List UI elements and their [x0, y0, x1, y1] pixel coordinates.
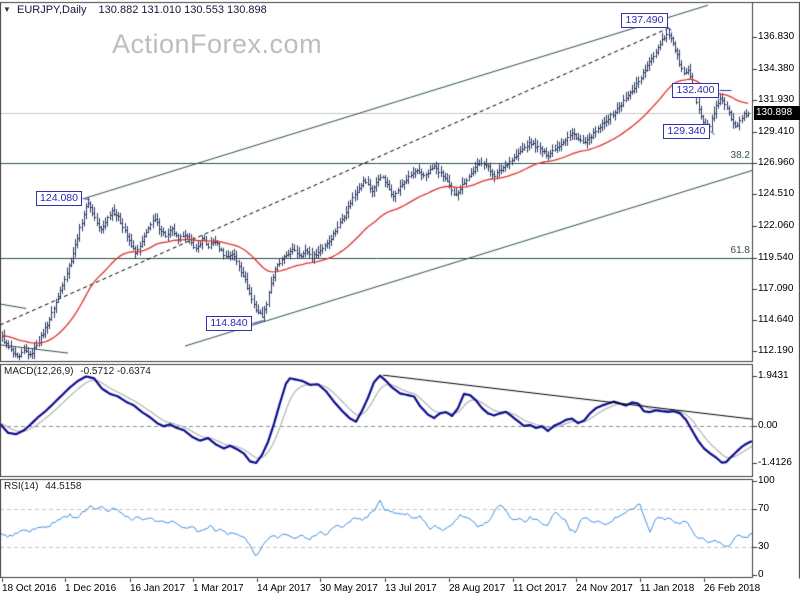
rsi-axis-label: 70 [758, 503, 770, 515]
price-axis-label: 112.190 [758, 345, 794, 357]
date-axis-label: 11 Jan 2018 [640, 583, 695, 594]
chart-window: ActionForex.com ▼ EURJPY,Daily 130.882 1… [0, 0, 800, 600]
axis-labels-layer: 136.830 134.380 131.930 129.410 126.960 124.5… [0, 0, 800, 600]
rsi-axis-label: 100 [758, 474, 775, 486]
price-annotation: 132.400 [672, 83, 719, 98]
price-annotation: 137.490 [621, 13, 668, 28]
date-axis-label: 16 Jan 2017 [130, 583, 186, 594]
date-axis-label: 11 Oct 2017 [513, 583, 567, 594]
macd-axis-label: -1.4126 [758, 457, 792, 469]
price-axis-label: 119.540 [758, 251, 794, 263]
price-axis-label: 122.060 [758, 219, 795, 231]
price-annotation: 129.340 [663, 124, 710, 139]
price-axis-label: 114.640 [758, 314, 794, 326]
price-annotation: 124.080 [36, 191, 82, 206]
date-axis-label: 30 May 2017 [320, 583, 378, 594]
macd-axis-label: 1.9431 [758, 369, 789, 381]
price-axis-label: 131.930 [758, 93, 795, 105]
price-axis-label: 134.380 [758, 62, 795, 74]
price-axis-label: 136.830 [758, 31, 795, 43]
macd-axis-label: 0.00 [758, 420, 778, 432]
date-axis-label: 14 Apr 2017 [257, 583, 311, 594]
date-axis-label: 1 Mar 2017 [193, 583, 244, 594]
date-axis-label: 28 Aug 2017 [449, 583, 506, 594]
fib-level-label: 61.8 [730, 244, 750, 256]
price-axis-label: 117.090 [758, 282, 794, 294]
date-axis-label: 26 Feb 2018 [704, 583, 761, 594]
rsi-axis-label: 0 [758, 569, 764, 581]
fib-level-label: 38.2 [730, 150, 750, 162]
date-axis-label: 1 Dec 2016 [65, 583, 117, 594]
price-axis-label: 129.410 [758, 125, 795, 137]
date-axis-label: 13 Jul 2017 [385, 583, 437, 594]
price-annotation: 114.840 [206, 316, 252, 331]
date-axis-label: 24 Nov 2017 [576, 583, 633, 594]
date-axis-label: 18 Oct 2016 [2, 583, 57, 594]
rsi-axis-label: 30 [758, 540, 770, 552]
price-axis-label: 126.960 [758, 157, 795, 169]
price-axis-label: 124.510 [758, 188, 795, 200]
